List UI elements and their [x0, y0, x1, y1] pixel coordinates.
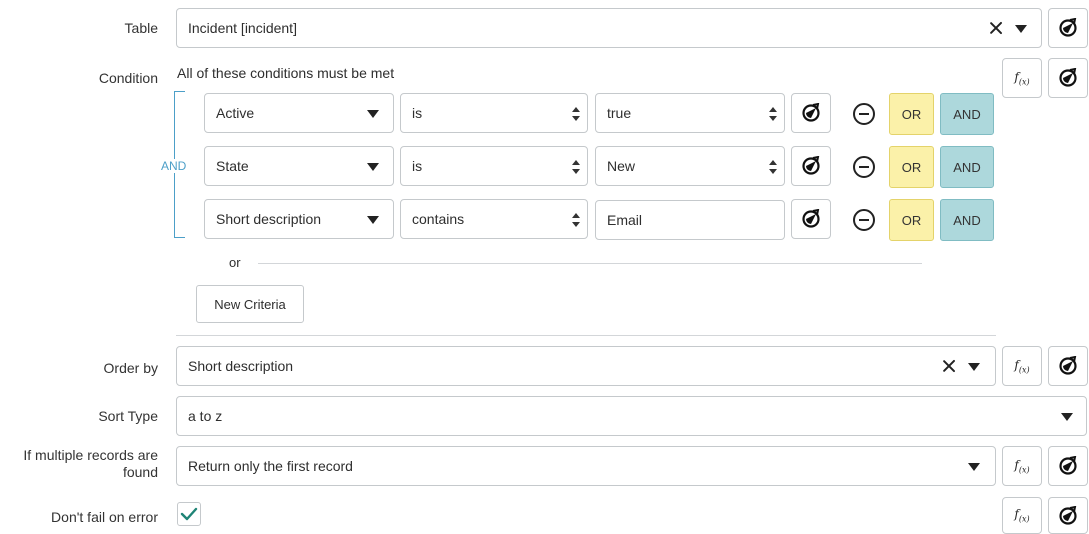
multiple-records-label: If multiple records are found	[23, 447, 158, 481]
order-by-data-pill-button[interactable]	[1048, 346, 1088, 386]
multiple-records-select[interactable]: Return only the first record	[176, 446, 996, 486]
data-pill-icon	[1059, 505, 1077, 525]
or-divider-line	[258, 263, 922, 264]
fx-icon: f(x)	[1014, 357, 1030, 375]
checkmark-icon	[180, 507, 198, 521]
chevron-down-icon	[968, 463, 980, 471]
condition-row-data-pill-button[interactable]	[791, 199, 831, 239]
order-by-value: Short description	[188, 358, 294, 374]
data-pill-icon	[1059, 456, 1077, 475]
multiple-records-label-line2: found	[122, 464, 158, 480]
data-pill-icon	[802, 103, 820, 122]
and-button[interactable]: AND	[940, 93, 994, 135]
and-button[interactable]: AND	[940, 199, 994, 241]
condition-row-data-pill-button[interactable]	[791, 93, 831, 133]
sort-arrows-icon	[769, 107, 777, 121]
table-value: Incident [incident]	[188, 20, 297, 36]
clear-icon[interactable]	[989, 21, 1003, 35]
condition-field-select[interactable]: Active	[204, 93, 394, 133]
chevron-down-icon	[1061, 413, 1073, 421]
sort-arrows-icon	[572, 213, 580, 227]
dont-fail-label: Don't fail on error	[51, 509, 158, 525]
table-data-pill-button[interactable]	[1048, 8, 1088, 48]
bracket-bottom-tick	[174, 237, 185, 238]
or-button[interactable]: OR	[889, 93, 934, 135]
dont-fail-data-pill-button[interactable]	[1048, 497, 1088, 534]
order-by-label: Order by	[103, 360, 158, 376]
sort-arrows-icon	[769, 160, 777, 174]
and-button[interactable]: AND	[940, 146, 994, 188]
group-operator-label: AND	[160, 159, 188, 173]
condition-field-select[interactable]: State	[204, 146, 394, 186]
data-pill-icon	[1059, 68, 1077, 87]
condition-value: Email	[607, 212, 643, 228]
condition-field-value: State	[216, 158, 249, 174]
or-button[interactable]: OR	[889, 146, 934, 188]
condition-fx-button[interactable]: f(x)	[1002, 58, 1042, 98]
order-by-fx-button[interactable]: f(x)	[1002, 346, 1042, 386]
sort-arrows-icon	[572, 107, 580, 121]
condition-value: true	[607, 105, 632, 121]
condition-data-pill-button[interactable]	[1048, 58, 1088, 98]
dont-fail-checkbox[interactable]	[177, 502, 201, 526]
sort-type-label: Sort Type	[98, 408, 158, 424]
condition-operator-value: is	[412, 158, 423, 174]
sort-type-value: a to z	[188, 408, 223, 424]
condition-field-value: Active	[216, 105, 255, 121]
condition-field-value: Short description	[216, 211, 322, 227]
fx-icon: f(x)	[1014, 457, 1030, 475]
remove-condition-icon[interactable]	[853, 103, 875, 125]
data-pill-icon	[1059, 18, 1077, 37]
condition-summary: All of these conditions must be met	[177, 65, 395, 81]
new-criteria-button[interactable]: New Criteria	[196, 285, 304, 323]
sort-type-select[interactable]: a to z	[176, 396, 1087, 436]
chevron-down-icon[interactable]	[1015, 25, 1027, 33]
condition-value-select[interactable]: New	[595, 146, 785, 186]
data-pill-icon	[1059, 356, 1077, 375]
condition-label: Condition	[98, 70, 158, 86]
condition-operator-select[interactable]: contains	[400, 199, 588, 239]
data-pill-icon	[802, 209, 820, 228]
condition-operator-select[interactable]: is	[400, 146, 588, 186]
fx-icon: f(x)	[1014, 69, 1030, 87]
chevron-down-icon	[367, 110, 379, 118]
multiple-records-data-pill-button[interactable]	[1048, 446, 1088, 486]
or-button[interactable]: OR	[889, 199, 934, 241]
dont-fail-fx-button[interactable]: f(x)	[1002, 497, 1042, 534]
multiple-records-value: Return only the first record	[188, 458, 353, 474]
condition-value: New	[607, 158, 636, 174]
fx-icon: f(x)	[1014, 507, 1030, 524]
condition-value-select[interactable]: true	[595, 93, 785, 133]
or-divider-label: or	[229, 255, 241, 270]
sort-arrows-icon	[572, 160, 580, 174]
condition-field-select[interactable]: Short description	[204, 199, 394, 239]
bracket-top-tick	[174, 91, 185, 92]
condition-value-input[interactable]: Email	[595, 200, 785, 240]
chevron-down-icon	[367, 216, 379, 224]
data-pill-icon	[802, 156, 820, 175]
order-by-select[interactable]: Short description	[176, 346, 996, 386]
section-divider	[176, 335, 996, 336]
condition-operator-value: is	[412, 105, 423, 121]
table-label: Table	[124, 20, 158, 36]
chevron-down-icon[interactable]	[968, 363, 980, 371]
condition-operator-value: contains	[412, 211, 465, 227]
condition-operator-select[interactable]: is	[400, 93, 588, 133]
multiple-records-label-line1: If multiple records are	[23, 447, 158, 463]
table-select[interactable]: Incident [incident]	[176, 8, 1042, 48]
chevron-down-icon	[367, 163, 379, 171]
multiple-records-fx-button[interactable]: f(x)	[1002, 446, 1042, 486]
remove-condition-icon[interactable]	[853, 156, 875, 178]
clear-icon[interactable]	[942, 359, 956, 373]
remove-condition-icon[interactable]	[853, 209, 875, 231]
condition-row-data-pill-button[interactable]	[791, 146, 831, 186]
